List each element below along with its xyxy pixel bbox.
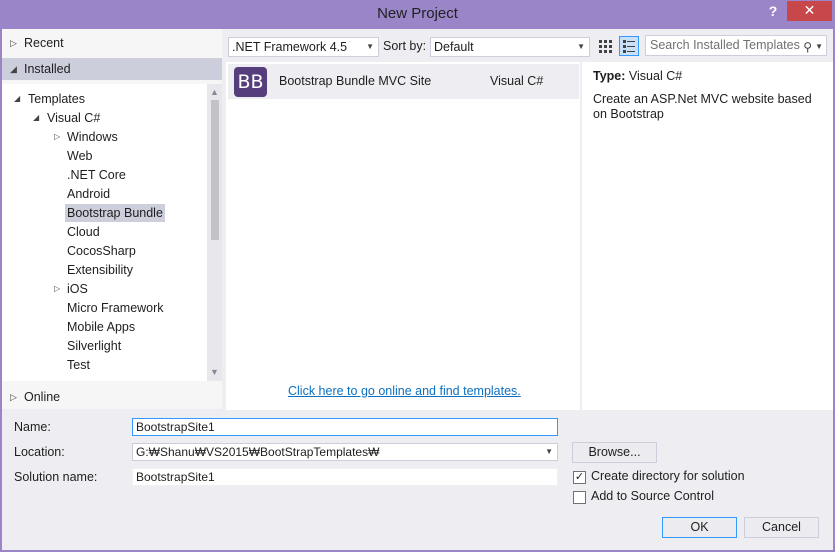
chevron-down-icon: ▼ (366, 42, 374, 51)
expand-arrow-icon: ▷ (54, 284, 61, 293)
create-directory-label: Create directory for solution (591, 469, 745, 483)
solution-name-label: Solution name: (14, 470, 98, 484)
name-label: Name: (14, 420, 51, 434)
small-icons-view-button[interactable] (595, 36, 615, 56)
name-field[interactable]: BootstrapSite1 (132, 418, 558, 436)
bootstrap-icon: BB (234, 67, 267, 97)
scrollbar-thumb[interactable] (211, 100, 219, 240)
tree-item-cocossharp[interactable]: CocosSharp (67, 242, 136, 260)
dialog-body: ▷ Recent ◢ Installed ◢ Templates ◢ Visua… (2, 29, 833, 550)
template-list: BB Bootstrap Bundle MVC Site Visual C# C… (226, 62, 580, 410)
tree-item-label: Templates (28, 92, 85, 106)
scroll-up-icon[interactable]: ▲ (210, 87, 219, 97)
template-description: Create an ASP.Net MVC website based on B… (593, 92, 812, 121)
framework-dropdown[interactable]: .NET Framework 4.5 ▼ (228, 37, 379, 57)
tree-item-silverlight[interactable]: Silverlight (67, 337, 121, 355)
installed-node[interactable]: ◢ Installed (2, 58, 222, 80)
search-placeholder: Search Installed Templates (650, 38, 800, 52)
ok-button[interactable]: OK (662, 517, 737, 538)
tree-item-extensibility[interactable]: Extensibility (67, 261, 133, 279)
tree-item-net-core[interactable]: .NET Core (67, 166, 126, 184)
list-view-icon (623, 40, 635, 53)
title-bar: New Project ? ✕ (0, 0, 835, 28)
tree-item-mobile-apps[interactable]: Mobile Apps (67, 318, 135, 336)
tree-item-test[interactable]: Test (67, 356, 90, 374)
details-panel: Type: Visual C# Create an ASP.Net MVC we… (582, 62, 833, 410)
sort-dropdown[interactable]: Default ▼ (430, 37, 590, 57)
chevron-down-icon[interactable]: ▼ (545, 444, 553, 460)
help-button[interactable]: ? (764, 2, 782, 20)
tree-scrollbar[interactable]: ▲ ▼ (207, 84, 222, 381)
type-line: Type: Visual C# (593, 69, 682, 83)
search-icon[interactable]: ⚲ (803, 38, 812, 57)
sort-by-label: Sort by: (383, 39, 427, 53)
solution-name-field[interactable]: BootstrapSite1 (132, 468, 558, 486)
tree-item-label: Windows (67, 130, 118, 144)
framework-value: .NET Framework 4.5 (232, 40, 348, 54)
template-tree: ◢ Templates ◢ Visual C# ▷ Windows Web .N… (2, 84, 207, 381)
source-control-checkbox[interactable] (573, 491, 586, 504)
create-directory-checkbox[interactable]: ✓ (573, 471, 586, 484)
sort-value: Default (434, 40, 474, 54)
recent-node[interactable]: ▷ Recent (2, 32, 222, 54)
medium-icons-view-button[interactable] (619, 36, 639, 56)
cancel-button[interactable]: Cancel (744, 517, 819, 538)
tree-item-android[interactable]: Android (67, 185, 110, 203)
recent-label: Recent (24, 36, 64, 50)
tree-item-label: Visual C# (47, 111, 101, 125)
left-panel: ▷ Recent ◢ Installed ◢ Templates ◢ Visua… (2, 29, 222, 409)
chevron-down-icon[interactable]: ▼ (815, 37, 823, 56)
template-language: Visual C# (490, 74, 544, 88)
collapse-arrow-icon: ◢ (14, 94, 21, 103)
source-control-label: Add to Source Control (591, 489, 714, 503)
window-title: New Project (377, 5, 458, 22)
collapse-arrow-icon: ◢ (33, 113, 40, 122)
online-node[interactable]: ▷ Online (2, 386, 222, 408)
collapse-arrow-icon: ◢ (10, 64, 17, 74)
browse-button[interactable]: Browse... (572, 442, 657, 463)
online-label: Online (24, 390, 61, 404)
online-templates-link[interactable]: Click here to go online and find templat… (288, 384, 521, 398)
expand-arrow-icon: ▷ (10, 392, 17, 402)
location-label: Location: (14, 445, 65, 459)
location-field[interactable]: G:₩Shanu₩VS2015₩BootStrapTemplates₩ ▼ (132, 443, 558, 461)
search-input[interactable]: Search Installed Templates ⚲ ▼ (645, 35, 827, 56)
tree-item-web[interactable]: Web (67, 147, 92, 165)
tree-item-cloud[interactable]: Cloud (67, 223, 100, 241)
tree-item-label: iOS (67, 282, 88, 296)
tree-item-bootstrap-bundle[interactable]: Bootstrap Bundle (65, 204, 165, 222)
tree-item-micro-framework[interactable]: Micro Framework (67, 299, 164, 317)
location-value: G:₩Shanu₩VS2015₩BootStrapTemplates₩ (136, 445, 380, 459)
template-item-bootstrap-bundle-mvc-site[interactable]: BB Bootstrap Bundle MVC Site Visual C# (228, 64, 579, 99)
expand-arrow-icon: ▷ (10, 38, 17, 48)
type-value: Visual C# (628, 69, 683, 83)
installed-label: Installed (24, 62, 71, 76)
grid-view-icon (599, 40, 612, 53)
chevron-down-icon: ▼ (577, 42, 585, 51)
new-project-dialog: New Project ? ✕ ▷ Recent ◢ Installed ◢ T… (0, 0, 835, 552)
expand-arrow-icon: ▷ (54, 132, 61, 141)
close-button[interactable]: ✕ (787, 1, 832, 21)
scroll-down-icon[interactable]: ▼ (210, 367, 219, 377)
type-label: Type: (593, 69, 626, 83)
template-name: Bootstrap Bundle MVC Site (279, 74, 432, 88)
